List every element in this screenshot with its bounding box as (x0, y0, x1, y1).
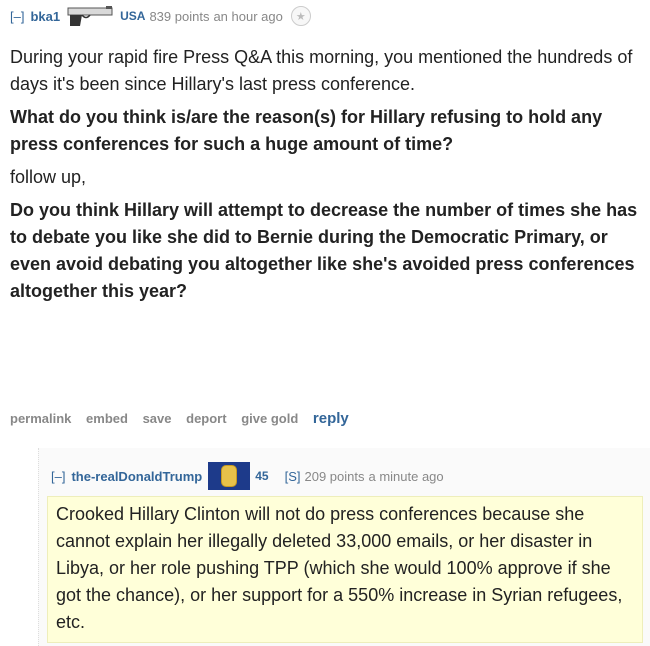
author-link[interactable]: the-realDonaldTrump (71, 469, 202, 484)
save-button[interactable]: save (143, 411, 172, 426)
permalink-button[interactable]: permalink (10, 411, 71, 426)
parent-tagline: [–] bka1 USA 839 points an hour ago ★ (10, 4, 311, 28)
embed-button[interactable]: embed (86, 411, 128, 426)
comment-actions: permalink embed save deport give gold re… (10, 410, 360, 427)
score: 839 points (149, 8, 210, 24)
comment-body-highlighted: Crooked Hillary Clinton will not do pres… (47, 496, 643, 643)
paragraph: During your rapid fire Press Q&A this mo… (10, 47, 633, 94)
comment-body: During your rapid fire Press Q&A this mo… (10, 44, 642, 311)
collapse-toggle[interactable]: [–] (51, 469, 65, 484)
child-comment: [–] the-realDonaldTrump 45 [S] 209 point… (38, 448, 650, 646)
timestamp: an hour ago (213, 8, 283, 24)
child-tagline: [–] the-realDonaldTrump 45 [S] 209 point… (51, 462, 452, 490)
pistol-icon (66, 4, 116, 28)
paragraph: follow up, (10, 167, 87, 187)
report-button[interactable]: deport (186, 411, 226, 426)
score: 209 points (304, 468, 365, 484)
paragraph-bold: What do you think is/are the reason(s) f… (10, 107, 603, 154)
timestamp: a minute ago (368, 468, 444, 484)
new-york-flag-icon (208, 462, 251, 490)
author-link[interactable]: bka1 (30, 9, 60, 24)
give-gold-button[interactable]: give gold (241, 411, 298, 426)
submitter-tag[interactable]: [S] (285, 469, 301, 484)
paragraph-bold: Do you think Hillary will attempt to dec… (10, 200, 638, 301)
user-flair: 45 (255, 469, 269, 483)
reply-button[interactable]: reply (313, 410, 349, 427)
user-flair: USA (120, 9, 146, 23)
star-icon: ★ (290, 6, 311, 26)
collapse-toggle[interactable]: [–] (10, 9, 24, 24)
